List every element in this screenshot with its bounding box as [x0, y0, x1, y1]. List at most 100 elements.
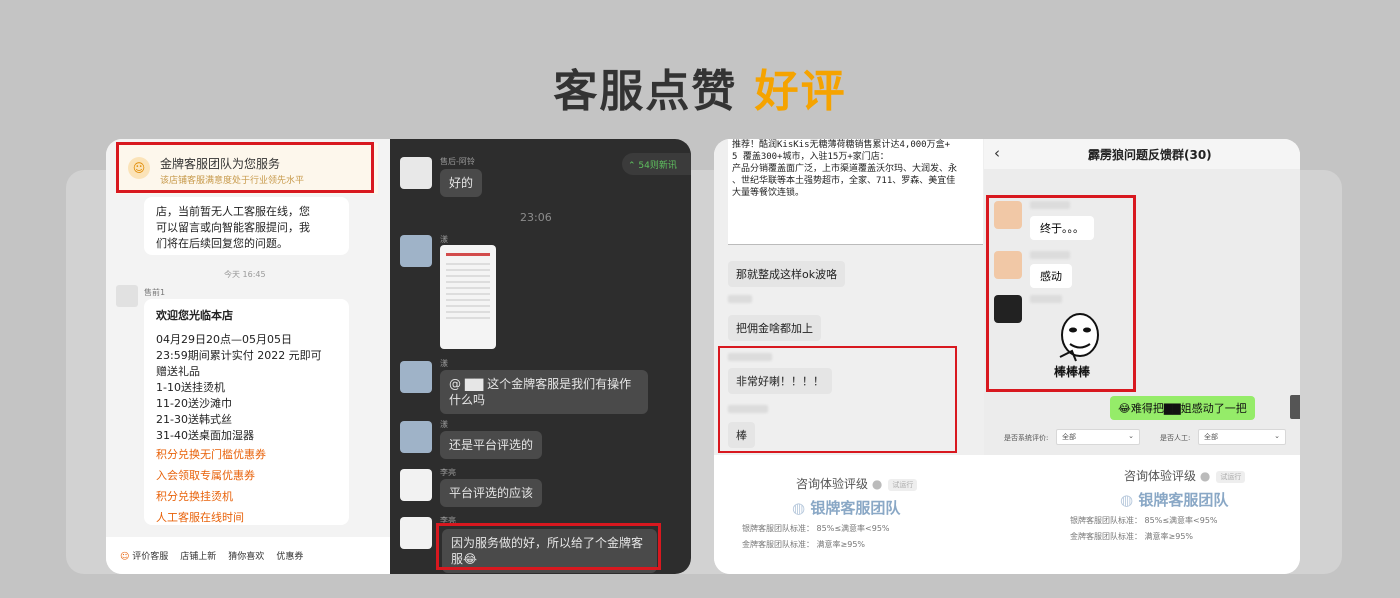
product-notice: 推荐！酷润KisKis无糖薄荷糖销售累计达4,000万盒+ 5 覆盖300+城市… — [728, 139, 983, 245]
message-bubble: 那就整成这样ok波咯 — [728, 261, 846, 287]
group-header: ‹ 霹雳狼问题反馈群(30) — [984, 139, 1300, 169]
tab-label: 评价客服 — [132, 552, 169, 562]
info-icon[interactable]: ● — [872, 477, 882, 491]
gold-standard: 金牌客服团队标准： 满意率≥95% — [742, 540, 866, 549]
shop-bottom-tabs: ☺ 评价客服 店铺上新 猜你喜欢 优惠券 — [106, 537, 390, 574]
page-title: 客服点赞 好评 — [0, 55, 1400, 119]
message-bubble: 平台评选的应该 — [440, 479, 543, 507]
select-value: 全部 — [1204, 433, 1218, 441]
left-screenshot-card: ☺ 金牌客服团队为您服务 该店铺客服满意度处于行业领先水平 店，当前暂无人工客服… — [106, 139, 691, 574]
rating-title: 咨询体验评级 ● 试运行 — [796, 475, 918, 492]
welcome-line: 11-20送沙滩巾 — [156, 397, 232, 410]
message-bubble: 把佣金啥都加上 — [728, 315, 821, 341]
auto-reply-line: 店，当前暂无人工客服在线，您 — [156, 205, 310, 218]
blurred-name — [728, 295, 752, 303]
notice-line: 、世纪华联等本土强势超市，全家、711、罗森、美宜佳 — [732, 176, 956, 186]
user-avatar — [400, 157, 432, 189]
rating-title-text: 咨询体验评级 — [1124, 469, 1197, 483]
chevron-down-icon: ⌄ — [1128, 432, 1134, 440]
team-level-text: 银牌客服团队 — [810, 499, 901, 517]
points-coupon-link[interactable]: 积分兑换无门槛优惠券 — [156, 444, 337, 465]
team-level: ◍ 银牌客服团队 — [1120, 489, 1228, 510]
new-arrivals-tab[interactable]: 店铺上新 — [180, 549, 216, 562]
sender-name: 漾 — [440, 420, 448, 429]
team-level: ◍ 银牌客服团队 — [792, 497, 900, 518]
image-content — [446, 263, 490, 323]
trial-badge: 试运行 — [888, 478, 918, 491]
member-coupon-link[interactable]: 入会领取专属优惠券 — [156, 465, 337, 486]
merchant-chat-pane: 推荐！酷润KisKis无糖薄荷糖销售累计达4,000万盒+ 5 覆盖300+城市… — [714, 139, 984, 455]
welcome-line: 04月29日20点—05月05日 — [156, 333, 292, 346]
highlight-box-praise-msgs — [718, 346, 957, 453]
welcome-line: 赠送礼品 — [156, 365, 200, 378]
welcome-line: 21-30送韩式丝 — [156, 413, 232, 426]
notice-line: 推荐！酷润KisKis无糖薄荷糖销售累计达4,000万盒+ — [732, 140, 951, 150]
recommend-tab[interactable]: 猜你喜欢 — [228, 549, 264, 562]
trial-badge: 试运行 — [1216, 470, 1246, 483]
time-divider: 23:06 — [520, 211, 552, 224]
auto-reply-line: 们将在后续回复您的问题。 — [156, 237, 288, 250]
coupon-tab[interactable]: 优惠券 — [276, 549, 303, 562]
title-main: 客服点赞 — [553, 66, 738, 117]
green-message-bubble: 😂难得把▇▇姐感动了一把 — [1110, 396, 1255, 420]
notice-line: 大量等餐饮连锁。 — [732, 188, 805, 198]
notice-line: 5 覆盖300+城市，入驻15万+家门店： — [732, 152, 889, 162]
team-chat-icon: ◍ — [1120, 491, 1134, 509]
agent-avatar — [116, 285, 138, 307]
sender-name: 漾 — [440, 359, 448, 368]
group-chat-pane: ⌃ 54则新讯 售后-阿铃 好的 23:06 漾 漾 @ ▇▇ 这个金牌客服是我… — [390, 139, 691, 574]
highlight-box-banner — [116, 142, 374, 193]
auto-reply-bubble: 店，当前暂无人工客服在线，您 可以留言或向智能客服提问，我 们将在后续回复您的问… — [144, 197, 349, 255]
user-avatar — [400, 469, 432, 501]
silver-standard: 银牌客服团队标准： 85%≤满意率<95% — [1070, 516, 1218, 525]
team-level-text: 银牌客服团队 — [1138, 491, 1229, 509]
welcome-line: 1-10送挂烫机 — [156, 381, 225, 394]
filter-label: 是否人工: — [1160, 434, 1191, 442]
image-line — [446, 253, 490, 256]
user-avatar — [400, 361, 432, 393]
select-value: 全部 — [1062, 433, 1076, 441]
timestamp: 今天 16:45 — [224, 270, 266, 279]
rating-title-text: 咨询体验评级 — [796, 477, 869, 491]
screenshot-image-message[interactable] — [440, 245, 496, 349]
user-avatar — [1290, 395, 1300, 419]
highlight-box-gold-service-msg — [436, 523, 661, 570]
rate-service-tab[interactable]: ☺ 评价客服 — [120, 549, 168, 562]
user-avatar — [400, 235, 432, 267]
sender-name: 漾 — [440, 235, 448, 244]
feedback-group-pane: ‹ 霹雳狼问题反馈群(30) 终于。。。 感动 棒棒棒 😂难得把▇▇姐感动了一把 — [984, 139, 1300, 455]
message-bubble: 好的 — [440, 169, 483, 197]
notice-line: 产品分销覆盖面广泛，上市渠道覆盖沃尔玛、大润发、永 — [732, 164, 958, 174]
welcome-line: 23:59期间累计实付 2022 元即可 — [156, 349, 322, 362]
group-title: 霹雳狼问题反馈群(30) — [1088, 148, 1212, 162]
title-highlight: 好评 — [754, 66, 847, 117]
user-avatar — [400, 517, 432, 549]
right-screenshot-card: 推荐！酷润KisKis无糖薄荷糖销售累计达4,000万盒+ 5 覆盖300+城市… — [714, 139, 1300, 574]
sender-name: 售后-阿铃 — [440, 157, 475, 166]
welcome-title: 欢迎您光临本店 — [156, 309, 233, 322]
message-bubble: @ ▇▇ 这个金牌客服是我们有操作什么吗 — [440, 370, 648, 414]
rating-title: 咨询体验评级 ● 试运行 — [1124, 467, 1246, 484]
message-bubble: 还是平台评选的 — [440, 431, 543, 459]
welcome-bubble: 欢迎您光临本店 04月29日20点—05月05日 23:59期间累计实付 202… — [144, 299, 349, 525]
manual-service-select[interactable]: 全部 ⌄ — [1198, 429, 1286, 445]
welcome-line: 31-40送桌面加湿器 — [156, 429, 254, 442]
new-messages-pill[interactable]: ⌃ 54则新讯 — [622, 153, 691, 175]
points-steamer-link[interactable]: 积分兑换挂烫机 — [156, 486, 337, 507]
info-icon[interactable]: ● — [1200, 469, 1210, 483]
system-eval-select[interactable]: 全部 ⌄ — [1056, 429, 1140, 445]
user-avatar — [400, 421, 432, 453]
shop-chat-pane: ☺ 金牌客服团队为您服务 该店铺客服满意度处于行业领先水平 店，当前暂无人工客服… — [106, 139, 390, 574]
double-up-icon: ⌃ — [628, 161, 636, 171]
gold-standard: 金牌客服团队标准： 满意率≥95% — [1070, 532, 1194, 541]
new-messages-count: 54则新讯 — [638, 161, 677, 171]
back-arrow-icon[interactable]: ‹ — [994, 144, 1000, 162]
rating-stats-area: 咨询体验评级 ● 试运行 ◍ 银牌客服团队 银牌客服团队标准： 85%≤满意率<9… — [714, 455, 1300, 574]
sender-name: 李亮 — [440, 468, 456, 477]
silver-standard: 银牌客服团队标准： 85%≤满意率<95% — [742, 524, 890, 533]
agent-label: 售前1 — [144, 288, 166, 297]
service-hours-link[interactable]: 人工客服在线时间 — [156, 507, 337, 528]
smile-icon: ☺ — [120, 552, 130, 562]
chevron-down-icon: ⌄ — [1274, 432, 1280, 440]
filter-label: 是否系统评价: — [1004, 434, 1049, 442]
